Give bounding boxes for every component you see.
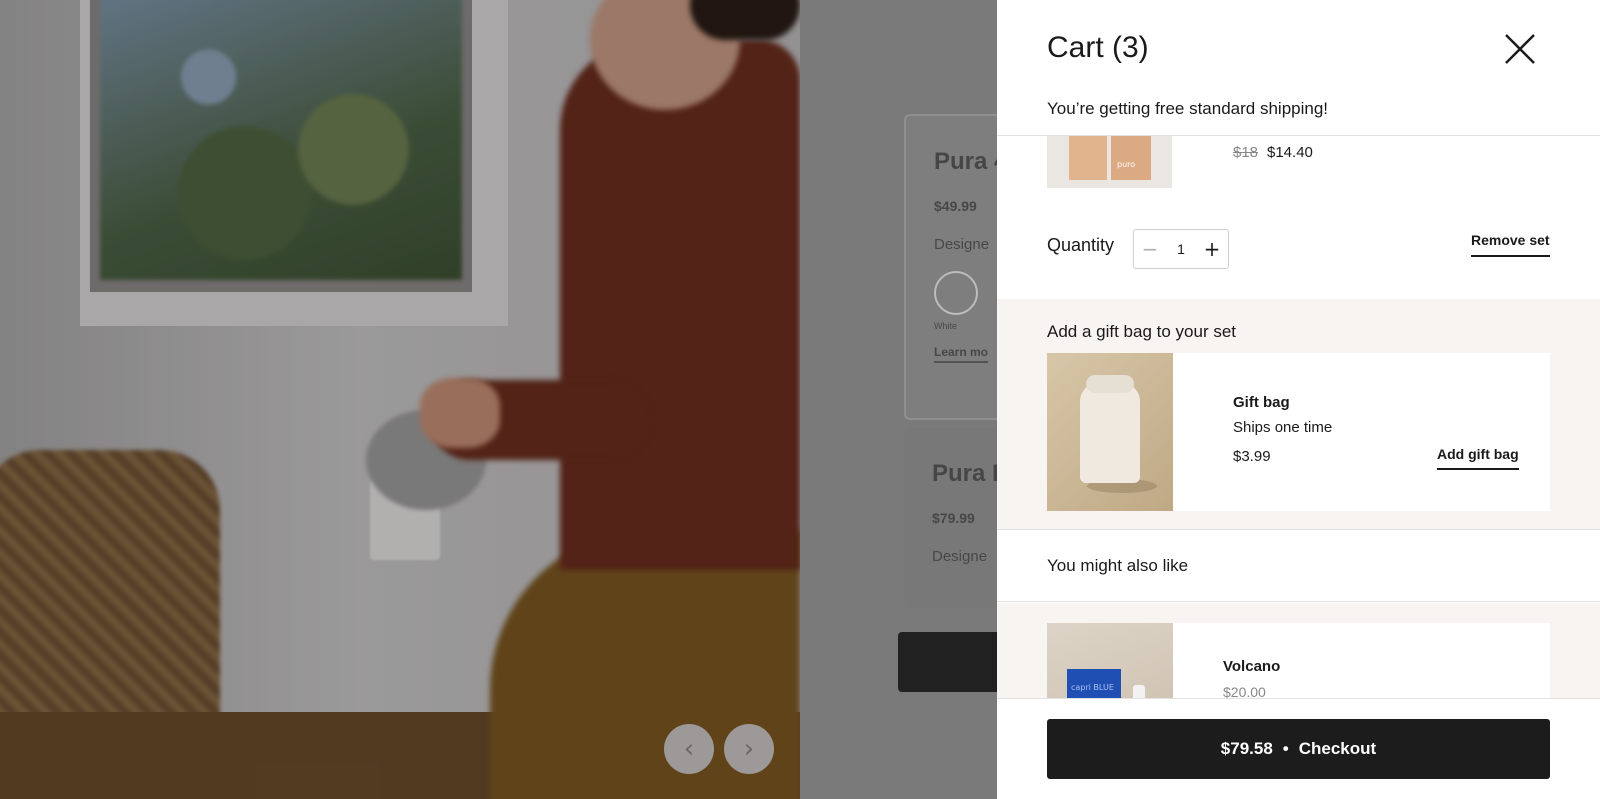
checkout-label: Checkout (1298, 739, 1377, 758)
cart-footer: $79.58 • Checkout (997, 698, 1600, 799)
recommendations-heading: You might also like (1047, 556, 1189, 575)
current-price: $14.40 (1267, 144, 1313, 161)
minus-icon: − (1141, 237, 1159, 261)
quantity-value[interactable]: 1 (1177, 241, 1185, 257)
decrease-quantity-button[interactable]: − (1134, 230, 1166, 268)
quantity-stepper: − 1 + (1133, 229, 1229, 269)
checkout-separator: • (1282, 739, 1289, 758)
cart-drawer: Cart (3) You’re getting free standard sh… (997, 0, 1600, 799)
recommendations-list: capri BLUE Volcano $20.00 (997, 603, 1600, 698)
cart-scroll-area[interactable]: puro $18 $14.40 Quantity − 1 + Remove se… (997, 136, 1600, 698)
checkout-button[interactable]: $79.58 • Checkout (1047, 719, 1550, 779)
recommendation-image: capri BLUE (1047, 623, 1173, 698)
cart-item-image-label: puro (1117, 160, 1136, 169)
recommendation-card[interactable]: capri BLUE Volcano $20.00 (1047, 623, 1550, 698)
gift-bag-shipping: Ships one time (1233, 419, 1333, 436)
add-gift-bag-button[interactable]: Add gift bag (1437, 446, 1519, 470)
recommendations-header: You might also like (997, 531, 1600, 602)
gift-bag-card: Gift bag Ships one time $3.99 Add gift b… (1047, 353, 1550, 511)
increase-quantity-button[interactable]: + (1196, 230, 1228, 268)
recommendation-image-label: capri BLUE (1071, 683, 1114, 692)
recommendation-price: $20.00 (1223, 684, 1266, 698)
gift-bag-price: $3.99 (1233, 448, 1271, 465)
shipping-message: You’re getting free standard shipping! (1047, 99, 1329, 118)
quantity-label: Quantity (1047, 235, 1115, 255)
cart-item-image: puro (1047, 136, 1172, 188)
remove-set-link[interactable]: Remove set (1471, 232, 1550, 257)
cart-header: Cart (3) You’re getting free standard sh… (997, 0, 1600, 136)
recommendation-name: Volcano (1223, 658, 1281, 675)
close-icon (1505, 34, 1535, 64)
checkout-total: $79.58 (1220, 739, 1273, 758)
gift-bag-name: Gift bag (1233, 394, 1290, 411)
gift-bag-section: Add a gift bag to your set Gift bag Ship… (997, 299, 1600, 530)
original-price: $18 (1233, 144, 1259, 161)
cart-title: Cart (3) (1047, 31, 1149, 64)
gift-bag-image (1047, 353, 1173, 511)
plus-icon: + (1203, 237, 1221, 261)
close-cart-button[interactable] (1500, 29, 1540, 69)
gift-bag-heading: Add a gift bag to your set (1047, 322, 1237, 341)
